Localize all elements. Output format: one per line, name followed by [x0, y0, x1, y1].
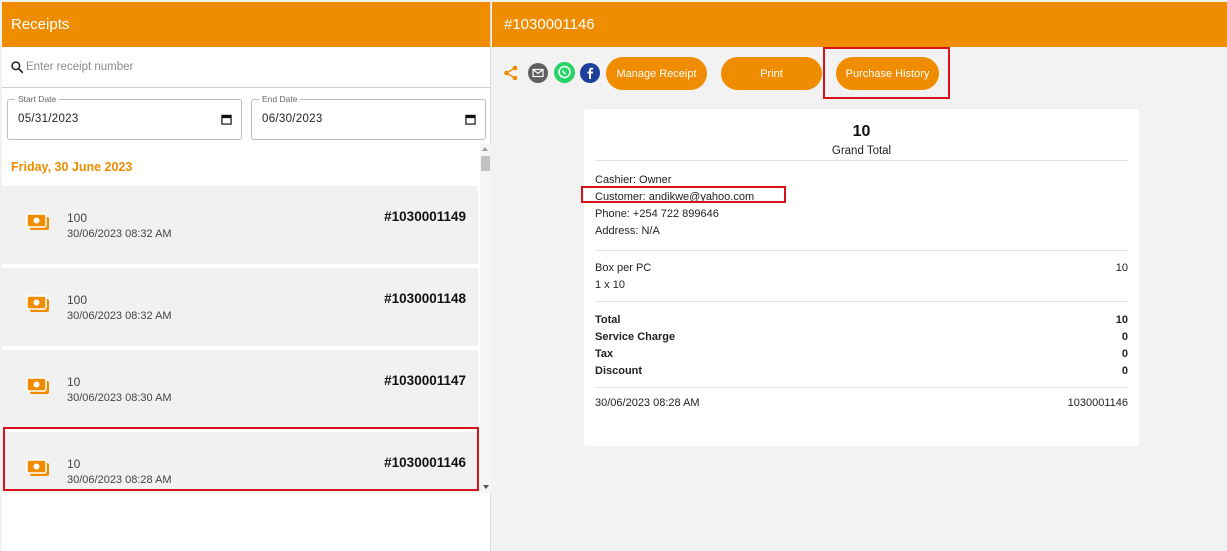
- tax-value: 0: [1121, 348, 1128, 360]
- item-name: Box per PC: [595, 262, 652, 274]
- receipt-row-selected[interactable]: 10 30/06/2023 08:28 AM #1030001146: [2, 432, 478, 493]
- receipt-number: #1030001147: [384, 373, 466, 388]
- receipt-row[interactable]: 100 30/06/2023 08:32 AM #1030001149: [2, 186, 478, 264]
- action-bar: Manage Receipt Print Purchase History: [492, 57, 1227, 93]
- total-value: 10: [1115, 314, 1128, 326]
- calendar-icon[interactable]: [465, 114, 476, 125]
- discount-value: 0: [1121, 365, 1128, 377]
- receipts-title: Receipts: [11, 16, 70, 33]
- receipt-search-input[interactable]: [26, 61, 426, 73]
- facebook-icon[interactable]: [580, 63, 600, 83]
- scrollbar-thumb[interactable]: [481, 156, 490, 171]
- start-date-value: 05/31/2023: [18, 113, 79, 125]
- share-icon[interactable]: [503, 65, 519, 81]
- receipt-amount: 100: [67, 293, 88, 307]
- divider: [595, 250, 1128, 251]
- receipt-amount: 100: [67, 211, 88, 225]
- receipts-panel: Receipts Start Date 05/31/2023 End Date …: [2, 2, 491, 551]
- service-charge-value: 0: [1121, 331, 1128, 343]
- receipt-datetime: 30/06/2023 08:28 AM: [67, 474, 172, 486]
- customer-line: Customer: andikwe@yahoo.com: [595, 191, 755, 203]
- cash-icon: [26, 213, 49, 230]
- detail-title: #1030001146: [504, 16, 595, 33]
- item-quantity: 1 x 10: [595, 279, 625, 291]
- cash-icon: [26, 459, 49, 476]
- cash-icon: [26, 377, 49, 394]
- receipts-header: Receipts: [2, 2, 490, 47]
- total-label: Total: [595, 314, 621, 326]
- email-icon[interactable]: [528, 63, 548, 83]
- receipt-amount: 10: [67, 375, 81, 389]
- purchase-history-button[interactable]: Purchase History: [836, 57, 939, 90]
- scroll-up-arrow-icon[interactable]: [482, 147, 488, 151]
- detail-header: #1030001146: [492, 2, 1227, 47]
- receipt-datetime: 30/06/2023 08:30 AM: [67, 392, 172, 404]
- divider: [595, 160, 1128, 161]
- receipt-list: 100 30/06/2023 08:32 AM #1030001149 100 …: [2, 144, 478, 493]
- date-range: Start Date 05/31/2023 End Date 06/30/202…: [2, 88, 490, 144]
- end-date-label: End Date: [259, 94, 301, 104]
- list-scrollbar[interactable]: [480, 144, 491, 493]
- receipt-number: #1030001146: [384, 455, 466, 470]
- manage-receipt-button[interactable]: Manage Receipt: [606, 57, 707, 90]
- search-bar: [2, 47, 490, 88]
- end-date-field[interactable]: End Date 06/30/2023: [251, 94, 486, 140]
- item-total: 10: [1115, 262, 1128, 274]
- scroll-down-arrow-icon[interactable]: [483, 485, 489, 489]
- cash-icon: [26, 295, 49, 312]
- grand-total-label: Grand Total: [831, 145, 892, 157]
- start-date-field[interactable]: Start Date 05/31/2023: [7, 94, 242, 140]
- divider: [595, 301, 1128, 302]
- calendar-icon[interactable]: [221, 114, 232, 125]
- discount-label: Discount: [595, 365, 643, 377]
- end-date-value: 06/30/2023: [262, 113, 323, 125]
- start-date-label: Start Date: [15, 94, 60, 104]
- receipt-datetime: 30/06/2023 08:32 AM: [67, 310, 172, 322]
- search-icon: [11, 61, 24, 74]
- print-button[interactable]: Print: [721, 57, 822, 90]
- phone-line: Phone: +254 722 899646: [595, 208, 719, 220]
- divider: [595, 387, 1128, 388]
- address-line: Address: N/A: [595, 225, 660, 237]
- receipt-amount: 10: [67, 457, 81, 471]
- service-charge-label: Service Charge: [595, 331, 676, 343]
- receipt-number: #1030001148: [384, 291, 466, 306]
- receipt-row[interactable]: 10 30/06/2023 08:30 AM #1030001147: [2, 350, 478, 428]
- receipt-row[interactable]: 100 30/06/2023 08:32 AM #1030001148: [2, 268, 478, 346]
- receipt-datetime: 30/06/2023 08:32 AM: [67, 228, 172, 240]
- receipt-detail-panel: #1030001146 Manage Receipt Print Purchas…: [492, 2, 1227, 543]
- tax-label: Tax: [595, 348, 614, 360]
- receipt-footer-number: 1030001146: [1067, 397, 1128, 409]
- whatsapp-icon[interactable]: [554, 62, 575, 83]
- receipt-card: 10 Grand Total Cashier: Owner Customer: …: [584, 109, 1139, 446]
- receipt-number: #1030001149: [384, 209, 466, 224]
- cashier-line: Cashier: Owner: [595, 174, 672, 186]
- receipt-footer-date: 30/06/2023 08:28 AM: [595, 397, 700, 409]
- grand-total-value: 10: [852, 123, 871, 140]
